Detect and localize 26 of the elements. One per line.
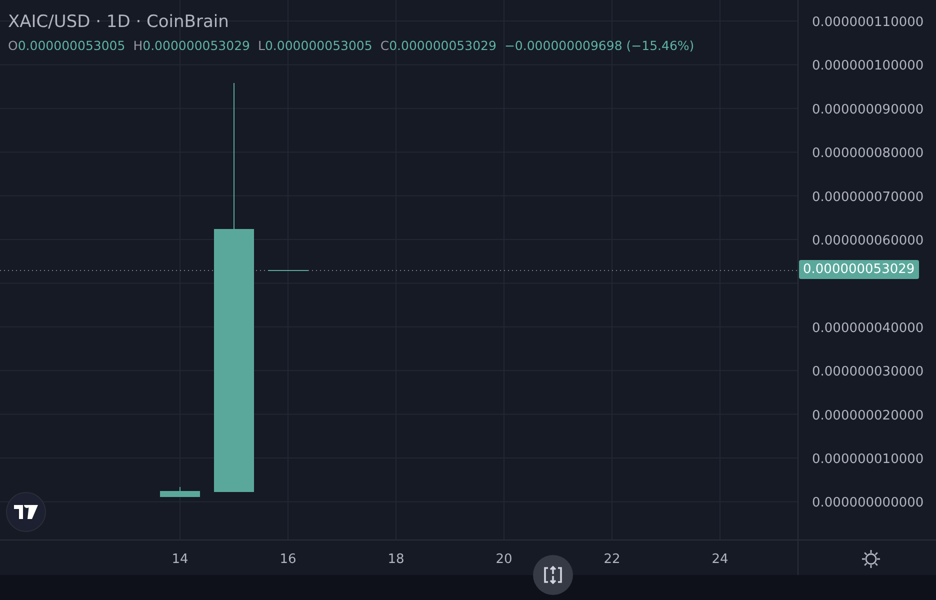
time-axis-label: 18 [388,552,404,567]
price-change: −0.000000009698 (−15.46%) [504,38,694,53]
current-price-label: 0.000000053029 [799,260,919,279]
settings-icon[interactable] [860,548,882,570]
price-axis-label: 0.000000020000 [812,408,924,424]
ohlc-value: H0.000000053029 [133,38,250,53]
price-axis-label: 0.000000090000 [812,102,924,118]
time-axis-label: 14 [172,552,188,567]
price-axis-label: 0.000000040000 [812,320,924,336]
time-axis-label: 20 [496,552,512,567]
price-axis-label: 0.000000060000 [812,234,924,248]
price-axis-label: 0.000000080000 [812,146,924,162]
price-axis-label: 0.000000030000 [812,364,924,380]
ohlc-value: C0.000000053029 [380,38,496,53]
fit-arrows-icon [542,564,564,586]
price-axis-label: 0.000000000000 [812,496,924,511]
price-axis-label: 0.000000070000 [812,190,924,205]
price-axis-label: 0.000000010000 [812,452,924,467]
price-axis-label: 0.000000110000 [812,15,924,30]
time-axis-label: 24 [712,552,728,567]
ohlc-value: O0.000000053005 [8,38,126,53]
price-axis-label: 0.000000100000 [812,58,924,74]
ohlc-value: L0.000000053005 [258,38,372,53]
chart-title: XAIC/USD · 1D · CoinBrain [8,12,230,32]
time-axis-label: 16 [280,552,296,567]
time-axis-label: 22 [604,552,620,567]
